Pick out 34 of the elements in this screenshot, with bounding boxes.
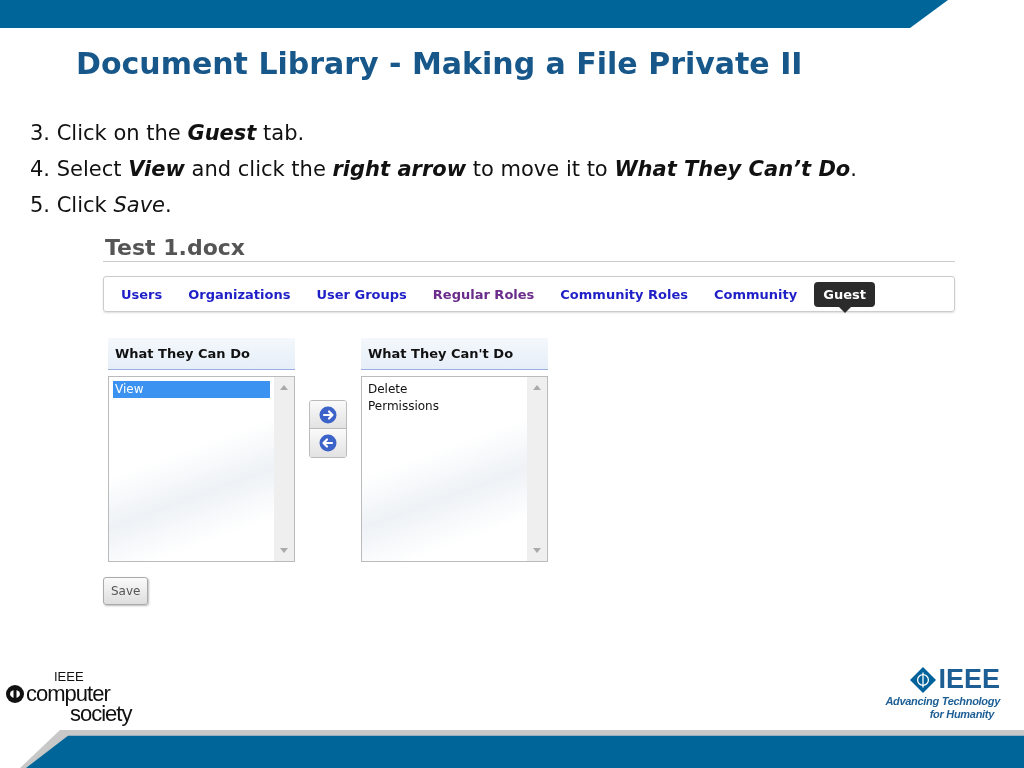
move-right-button[interactable]	[310, 401, 346, 429]
logo-text: computer	[26, 684, 110, 704]
scroll-up-icon[interactable]	[533, 385, 541, 390]
list-option[interactable]: Permissions	[366, 398, 523, 415]
move-left-button[interactable]	[310, 429, 346, 457]
tab[interactable]: Community	[705, 281, 807, 307]
tab[interactable]: Users	[112, 281, 172, 307]
instruction-text: 3. Click on the Guest tab.	[30, 120, 306, 147]
tab[interactable]: User Groups	[307, 281, 416, 307]
instruction-text: 5. Click Save.	[30, 192, 173, 219]
scroll-down-icon[interactable]	[280, 548, 288, 553]
list-box[interactable]: Delete Permissions	[361, 376, 548, 562]
logo-text: IEEE	[54, 670, 85, 684]
logo-tagline: for Humanity	[929, 708, 994, 721]
save-button[interactable]: Save	[103, 577, 149, 605]
tab[interactable]: Community Roles	[551, 281, 698, 307]
list-heading: What They Can't Do	[361, 338, 548, 370]
scrollbar[interactable]	[527, 377, 547, 561]
slide-title: Document Library - Making a File Private II	[76, 46, 803, 81]
scrollbar[interactable]	[274, 377, 294, 561]
tab[interactable]: Organizations	[179, 281, 300, 307]
logo-text: society	[70, 704, 132, 724]
list-option[interactable]: Delete	[366, 381, 523, 398]
file-title: Test 1.docx	[103, 235, 955, 262]
tab-pointer	[838, 306, 851, 313]
scroll-down-icon[interactable]	[533, 548, 541, 553]
logo-tagline: Advancing Technology	[885, 695, 1000, 708]
list-heading: What They Can Do	[108, 338, 295, 370]
diamond-logo-icon	[910, 666, 937, 693]
instruction-text: 4. Select View and click the right arrow to move it to What They Can’t Do.	[30, 156, 858, 183]
logo-text: IEEE	[938, 664, 1000, 695]
scroll-up-icon[interactable]	[280, 385, 288, 390]
tab[interactable]: Regular Roles	[423, 281, 544, 307]
phi-logo-icon	[5, 684, 25, 704]
